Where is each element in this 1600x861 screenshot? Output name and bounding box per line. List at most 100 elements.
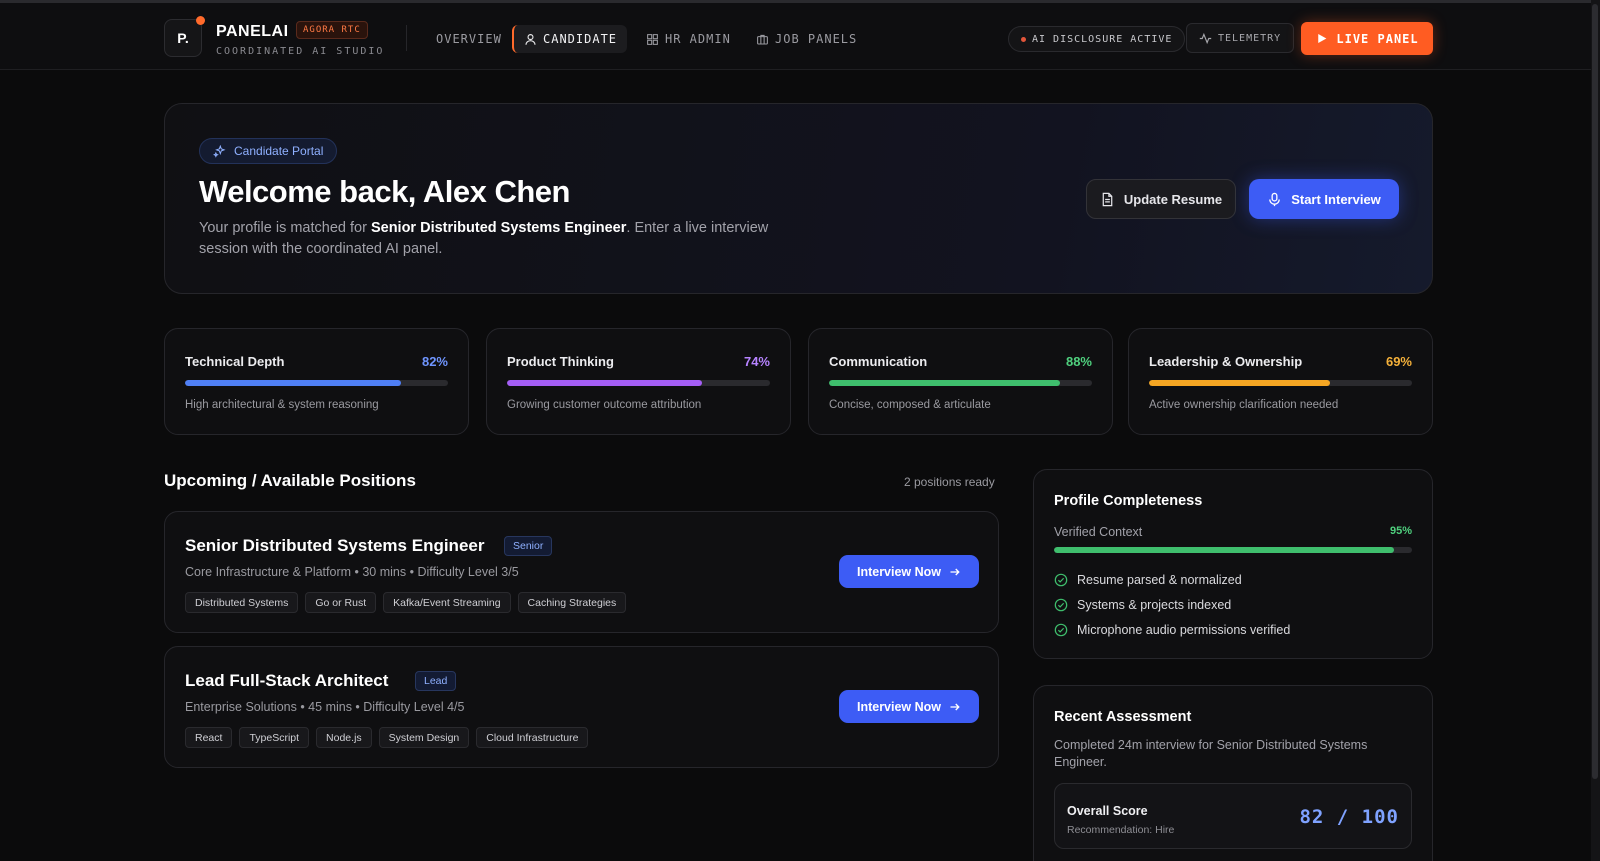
metric-name: Leadership & Ownership: [1149, 354, 1303, 369]
metric-card-leadership: Leadership & Ownership 69% Active owners…: [1128, 328, 1433, 435]
skill-tag: React: [185, 727, 233, 748]
document-icon: [1102, 192, 1113, 206]
metric-description: Active ownership clarification needed: [1149, 399, 1339, 411]
interview-now-label: Interview Now: [856, 699, 942, 714]
logo-text: P.: [177, 30, 189, 46]
metric-card-communication: Communication 88% Concise, composed & ar…: [808, 328, 1113, 435]
metric-progress-fill: [185, 380, 401, 386]
nav-label: JOB PANELS: [775, 32, 858, 46]
metric-card-product-thinking: Product Thinking 74% Growing customer ou…: [486, 328, 791, 435]
sparkle-icon: [213, 144, 226, 158]
checklist-label: Systems & projects indexed: [1077, 598, 1232, 612]
page-title: Welcome back, Alex Chen: [199, 174, 570, 209]
app-name: PANELAI: [216, 23, 289, 40]
status-dot: [1021, 36, 1026, 42]
arrow-right-icon: [950, 568, 960, 575]
matched-role: Senior Distributed Systems Engineer: [370, 220, 627, 236]
verified-context-value: 95%: [1389, 525, 1412, 537]
skill-tag: Cloud Infrastructure: [476, 727, 589, 748]
skill-tag: TypeScript: [239, 727, 310, 748]
metric-value: 82%: [421, 354, 448, 369]
update-resume-button[interactable]: Update Resume: [1086, 179, 1236, 219]
welcome-hero: Candidate Portal Welcome back, Alex Chen…: [164, 103, 1433, 294]
job-title: Senior Distributed Systems Engineer: [185, 536, 485, 555]
job-tags: Distributed Systems Go or Rust Kafka/Eve…: [185, 592, 627, 613]
app-logo[interactable]: P.: [164, 16, 205, 57]
job-level-badge: Lead: [415, 671, 457, 691]
nav-candidate[interactable]: CANDIDATE: [512, 25, 628, 53]
app-root: P. PANELAI AGORA RTC COORDINATED AI STUD…: [0, 0, 1600, 861]
telemetry-button[interactable]: TELEMETRY: [1186, 23, 1295, 53]
live-panel-button[interactable]: LIVE PANEL: [1301, 22, 1433, 55]
start-interview-button[interactable]: Start Interview: [1249, 179, 1399, 219]
ai-disclosure-pill[interactable]: AI DISCLOSURE ACTIVE: [1008, 26, 1186, 52]
metric-progress-track: [829, 380, 1092, 386]
briefcase-icon: [757, 34, 768, 44]
overall-score-label: Overall Score: [1067, 804, 1148, 818]
skill-tag: Node.js: [316, 727, 372, 748]
play-icon: [1318, 34, 1327, 43]
metric-progress-fill: [507, 380, 702, 386]
nav-overview[interactable]: OVERVIEW: [426, 25, 512, 53]
portal-label: Candidate Portal: [234, 144, 324, 158]
verified-context-track: [1054, 547, 1412, 553]
metric-description: High architectural & system reasoning: [185, 399, 379, 411]
microphone-icon: [1269, 192, 1281, 206]
nav-divider: [406, 25, 407, 51]
metric-name: Communication: [829, 354, 928, 369]
user-icon: [525, 33, 536, 45]
desc-prefix: Your profile is matched for: [199, 220, 371, 236]
job-title: Lead Full-Stack Architect: [185, 671, 389, 690]
skill-tag: System Design: [378, 727, 470, 748]
job-meta: Core Infrastructure & Platform • 30 mins…: [185, 565, 519, 579]
checklist-label: Resume parsed & normalized: [1077, 573, 1242, 587]
metric-progress-track: [185, 380, 448, 386]
check-circle-icon: [1054, 598, 1068, 612]
metric-progress-fill: [1149, 380, 1331, 386]
checklist-item: Microphone audio permissions verified: [1054, 623, 1290, 637]
metric-progress-track: [1149, 380, 1412, 386]
profile-completeness-card: Profile Completeness Verified Context 95…: [1033, 469, 1433, 659]
checklist-item: Systems & projects indexed: [1054, 598, 1231, 612]
checklist-item: Resume parsed & normalized: [1054, 573, 1242, 587]
metric-value: 69%: [1385, 354, 1412, 369]
skill-tag: Kafka/Event Streaming: [383, 592, 511, 613]
metric-value: 74%: [743, 354, 770, 369]
recommendation: Recommendation: Hire: [1067, 824, 1175, 836]
skill-tag: Go or Rust: [305, 592, 377, 613]
check-circle-icon: [1054, 623, 1068, 637]
top-bar: P. PANELAI AGORA RTC COORDINATED AI STUD…: [0, 0, 1600, 70]
metric-progress-fill: [829, 380, 1061, 386]
skill-tag: Caching Strategies: [517, 592, 627, 613]
nav-label: OVERVIEW: [436, 32, 502, 46]
metric-name: Product Thinking: [507, 354, 614, 369]
positions-section-title: Upcoming / Available Positions: [164, 471, 416, 490]
candidate-portal-pill: Candidate Portal: [199, 138, 338, 164]
grid-icon: [647, 33, 658, 45]
job-meta: Enterprise Solutions • 45 mins • Difficu…: [185, 700, 465, 714]
scrollbar-thumb[interactable]: [1592, 4, 1598, 779]
profile-title: Profile Completeness: [1054, 493, 1203, 509]
job-card-senior-distributed: Senior Distributed Systems Engineer Seni…: [164, 511, 999, 633]
nav-label: CANDIDATE: [543, 32, 618, 46]
assessment-title: Recent Assessment: [1054, 709, 1192, 725]
activity-icon: [1199, 32, 1212, 44]
metric-progress-track: [507, 380, 770, 386]
app-subtitle: COORDINATED AI STUDIO: [216, 46, 385, 57]
job-tags: React TypeScript Node.js System Design C…: [185, 727, 589, 748]
rtc-badge: AGORA RTC: [296, 21, 368, 39]
interview-now-label: Interview Now: [856, 564, 942, 579]
metric-description: Concise, composed & articulate: [829, 399, 991, 411]
nav-job-panels[interactable]: JOB PANELS: [746, 25, 867, 53]
interview-now-button[interactable]: Interview Now: [839, 690, 979, 723]
job-card-lead-fullstack: Lead Full-Stack Architect Lead Enterpris…: [164, 646, 999, 768]
nav-hr-admin[interactable]: HR ADMIN: [636, 25, 741, 53]
telemetry-label: TELEMETRY: [1218, 32, 1282, 44]
checklist-label: Microphone audio permissions verified: [1077, 623, 1291, 637]
skill-tag: Distributed Systems: [185, 592, 299, 613]
ai-disclosure-label: AI DISCLOSURE ACTIVE: [1032, 33, 1173, 45]
assessment-description: Completed 24m interview for Senior Distr…: [1054, 738, 1368, 769]
check-circle-icon: [1054, 573, 1068, 587]
overall-score-box: Overall Score Recommendation: Hire 82 / …: [1054, 783, 1412, 849]
interview-now-button[interactable]: Interview Now: [839, 555, 979, 588]
